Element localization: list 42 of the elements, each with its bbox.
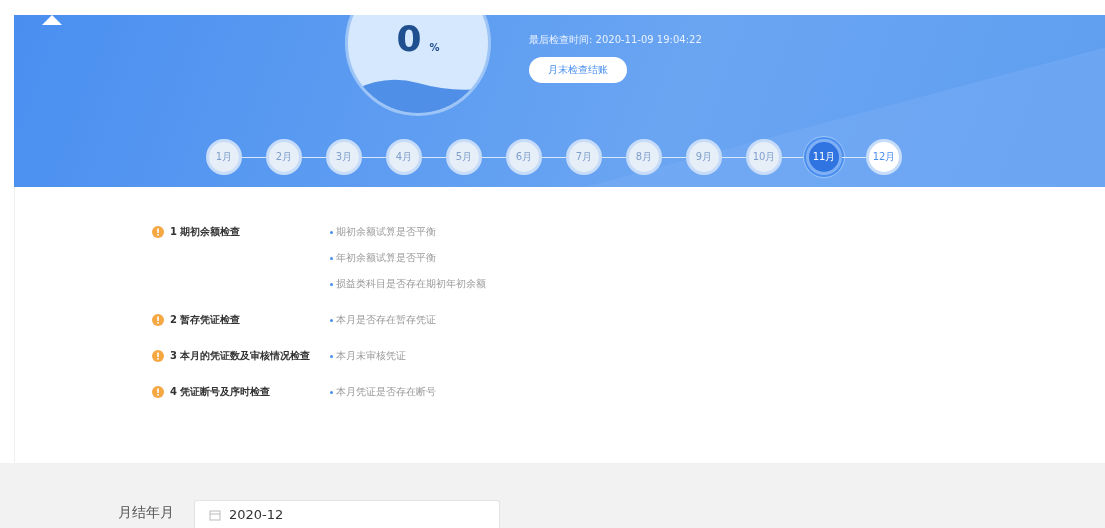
check-title: 4 凭证断号及序时检查 bbox=[170, 385, 271, 399]
check-item: 损益类科目是否存在期初年初余额 bbox=[336, 277, 486, 291]
month-step[interactable]: 12月 bbox=[866, 139, 902, 175]
month-step[interactable]: 10月 bbox=[746, 139, 782, 175]
date-value: 2020-12 bbox=[229, 507, 284, 522]
month-step[interactable]: 8月 bbox=[626, 139, 662, 175]
warning-icon bbox=[152, 226, 164, 238]
month-step[interactable]: 3月 bbox=[326, 139, 362, 175]
bullet-icon bbox=[330, 230, 333, 234]
warning-icon bbox=[152, 314, 164, 326]
month-end-label: 月结年月 bbox=[118, 504, 174, 522]
month-step[interactable]: 6月 bbox=[506, 139, 542, 175]
triangle-icon bbox=[42, 15, 62, 25]
calendar-icon bbox=[209, 508, 221, 521]
month-step[interactable]: 2月 bbox=[266, 139, 302, 175]
check-item: 本月是否存在暂存凭证 bbox=[336, 313, 436, 327]
percent-unit: % bbox=[429, 42, 440, 53]
month-step[interactable]: 4月 bbox=[386, 139, 422, 175]
check-item: 本月凭证是否存在断号 bbox=[336, 385, 436, 399]
last-check-time: 2020-11-09 19:04:22 bbox=[595, 34, 702, 45]
month-step[interactable]: 11月 bbox=[806, 139, 842, 175]
bullet-icon bbox=[330, 390, 333, 394]
month-step[interactable]: 1月 bbox=[206, 139, 242, 175]
last-check-label: 最后检查时间: bbox=[529, 34, 593, 45]
check-item: 期初余额试算是否平衡 bbox=[336, 225, 436, 239]
check-title: 2 暂存凭证检查 bbox=[170, 313, 241, 327]
bullet-icon bbox=[330, 282, 333, 286]
month-step[interactable]: 5月 bbox=[446, 139, 482, 175]
warning-icon bbox=[152, 350, 164, 362]
month-end-check-button[interactable]: 月末检查结账 bbox=[529, 57, 627, 83]
check-item: 本月未审核凭证 bbox=[336, 349, 406, 363]
warning-icon bbox=[152, 386, 164, 398]
bullet-icon bbox=[330, 318, 333, 322]
month-step[interactable]: 7月 bbox=[566, 139, 602, 175]
month-step[interactable]: 9月 bbox=[686, 139, 722, 175]
check-item: 年初余额试算是否平衡 bbox=[336, 251, 436, 265]
bullet-icon bbox=[330, 256, 333, 260]
check-title: 1 期初余额检查 bbox=[170, 225, 241, 239]
percent-value: 0 bbox=[396, 18, 422, 59]
bullet-icon bbox=[330, 354, 333, 358]
date-field[interactable]: 2020-12 bbox=[194, 500, 500, 528]
check-title: 3 本月的凭证数及审核情况检查 bbox=[170, 349, 311, 363]
